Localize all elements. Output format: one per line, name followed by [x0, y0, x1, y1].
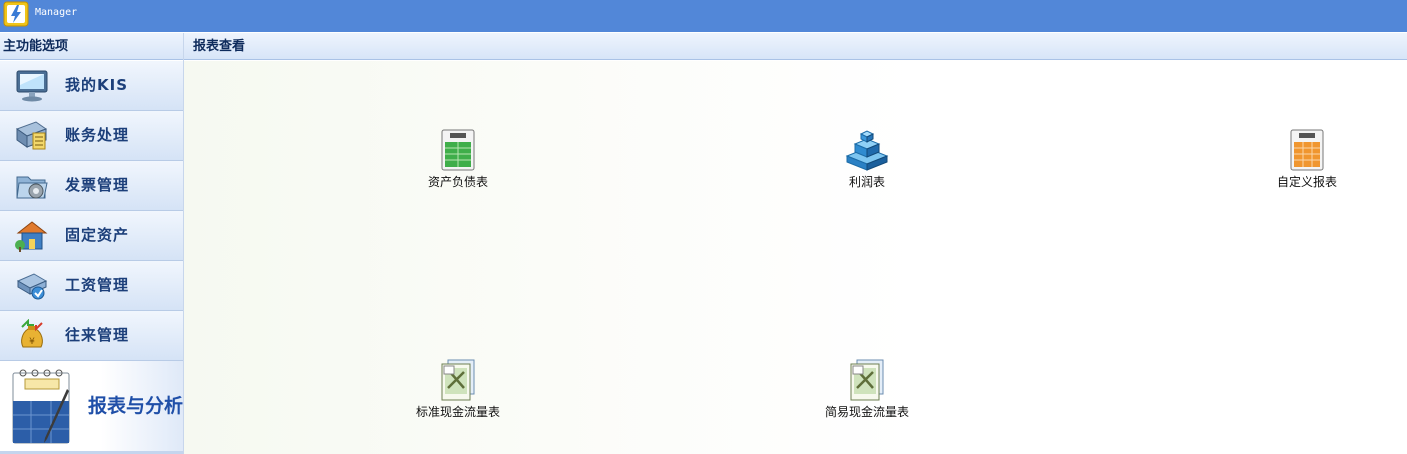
report-label: 标准现金流量表 [415, 405, 500, 419]
balance-sheet-icon [441, 129, 475, 171]
sidebar-item-label: 发票管理 [65, 176, 130, 194]
sidebar-item-label: 报表与分析 [88, 395, 184, 417]
sidebar: 我的KIS 账务处理 发票管理 固定资产 工资管理 ¥ 往来管理 [0, 61, 183, 361]
report-profit[interactable]: 利润表 [812, 128, 922, 189]
profit-blocks-icon [845, 130, 889, 171]
report-balance-sheet[interactable]: 资产负债表 [403, 128, 513, 189]
sidebar-item-accounting[interactable]: 账务处理 [0, 111, 183, 161]
notebook-icon [12, 369, 70, 444]
main-header: 报表查看 [184, 33, 1407, 60]
svg-text:¥: ¥ [29, 337, 35, 347]
title-bar: Manager [0, 0, 1407, 32]
sidebar-item-my-kis[interactable]: 我的KIS [0, 61, 183, 111]
sidebar-header: 主功能选项 [0, 33, 183, 60]
sidebar-item-fixed-assets[interactable]: 固定资产 [0, 211, 183, 261]
sidebar-item-receivables[interactable]: ¥ 往来管理 [0, 311, 183, 361]
report-panel: 资产负债表 利润表 自定义报表 标准现金流量表 简易现金流量表 [184, 61, 1407, 454]
report-custom[interactable]: 自定义报表 [1252, 128, 1362, 189]
sidebar-item-label: 固定资产 [65, 226, 130, 244]
house-icon [15, 221, 48, 252]
ledger-icon [15, 121, 48, 150]
custom-report-icon [1290, 129, 1324, 171]
sidebar-item-label: 我的KIS [65, 76, 129, 94]
sidebar-item-payroll[interactable]: 工资管理 [0, 261, 183, 311]
monitor-icon [16, 70, 48, 102]
report-label: 自定义报表 [1276, 175, 1337, 189]
cash-flow-icon [850, 359, 884, 401]
report-simple-cash-flow[interactable]: 简易现金流量表 [812, 358, 922, 419]
report-label: 利润表 [848, 175, 885, 189]
salary-icon [16, 273, 48, 300]
app-logo-icon [3, 1, 29, 27]
sidebar-item-reports-analysis[interactable]: 报表与分析 [0, 361, 183, 454]
report-label: 简易现金流量表 [824, 405, 909, 419]
report-label: 资产负债表 [427, 175, 488, 189]
money-bag-icon: ¥ [21, 319, 43, 348]
window-title: Manager [35, 7, 78, 18]
sidebar-item-invoice[interactable]: 发票管理 [0, 161, 183, 211]
sidebar-item-label: 工资管理 [65, 276, 130, 294]
report-standard-cash-flow[interactable]: 标准现金流量表 [403, 358, 513, 419]
cash-flow-icon [441, 359, 475, 401]
sidebar-item-label: 往来管理 [65, 326, 130, 344]
sidebar-item-label: 账务处理 [65, 126, 130, 144]
invoice-folder-icon [16, 176, 48, 199]
